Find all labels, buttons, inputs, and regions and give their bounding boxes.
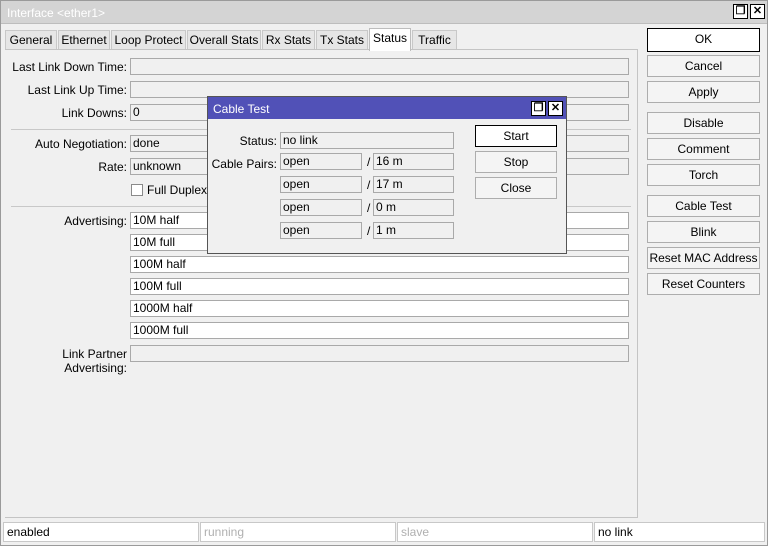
rate-label: Rate: [98,160,127,174]
pair-separator: / [367,155,371,169]
pair-1-length: 16 m [373,153,454,170]
tab-general[interactable]: General [5,30,57,50]
stop-button[interactable]: Stop [475,151,557,173]
cable-test-title: Cable Test [213,102,270,116]
restore-icon[interactable]: ❐ [531,101,546,116]
full-duplex-label: Full Duplex [147,183,208,197]
cable-pairs-label: Cable Pairs: [211,157,277,171]
status-enabled: enabled [3,522,199,542]
full-duplex-checkbox[interactable] [131,184,143,196]
last-link-down-label: Last Link Down Time: [12,60,127,74]
close-button[interactable]: Close [475,177,557,199]
pair-1-state: open [280,153,362,170]
close-icon[interactable]: ✕ [750,4,765,19]
pair-separator: / [367,201,371,215]
cable-test-titlebar[interactable]: Cable Test ❐ ✕ [208,97,566,119]
tab-ethernet[interactable]: Ethernet [58,30,110,50]
status-slave: slave [397,522,593,542]
cable-test-button[interactable]: Cable Test [647,195,760,217]
tab-traffic[interactable]: Traffic [412,30,457,50]
disable-button[interactable]: Disable [647,112,760,134]
cable-status-label: Status: [239,134,277,148]
advertising-1000m-full[interactable]: 1000M full [130,322,629,339]
torch-button[interactable]: Torch [647,164,760,186]
tab-status[interactable]: Status [369,28,411,51]
pair-2-state: open [280,176,362,193]
pair-separator: / [367,224,371,238]
advertising-label: Advertising: [64,214,127,228]
reset-mac-address-button[interactable]: Reset MAC Address [647,247,760,269]
cable-status-field: no link [280,132,454,149]
comment-button[interactable]: Comment [647,138,760,160]
tab-rx-stats[interactable]: Rx Stats [262,30,315,50]
link-partner-advertising-label: Link Partner Advertising: [62,347,127,375]
window-title: Interface <ether1> [7,6,106,20]
link-partner-advertising-field [130,345,629,362]
interface-window: Interface <ether1> ❐ ✕ General Ethernet … [0,0,768,546]
tab-loop-protect[interactable]: Loop Protect [111,30,186,50]
pair-3-state: open [280,199,362,216]
cancel-button[interactable]: Cancel [647,55,760,77]
pair-4-length: 1 m [373,222,454,239]
ok-button[interactable]: OK [647,28,760,52]
blink-button[interactable]: Blink [647,221,760,243]
restore-icon[interactable]: ❐ [733,4,748,19]
close-icon[interactable]: ✕ [548,101,563,116]
pair-4-state: open [280,222,362,239]
apply-button[interactable]: Apply [647,81,760,103]
start-button[interactable]: Start [475,125,557,147]
window-titlebar[interactable]: Interface <ether1> ❐ ✕ [1,1,767,24]
tab-overall-stats[interactable]: Overall Stats [187,30,261,50]
last-link-up-label: Last Link Up Time: [27,83,127,97]
status-link: no link [594,522,765,542]
advertising-1000m-half[interactable]: 1000M half [130,300,629,317]
tab-tx-stats[interactable]: Tx Stats [316,30,368,50]
last-link-down-field [130,58,629,75]
reset-counters-button[interactable]: Reset Counters [647,273,760,295]
advertising-100m-full[interactable]: 100M full [130,278,629,295]
pair-2-length: 17 m [373,176,454,193]
advertising-100m-half[interactable]: 100M half [130,256,629,273]
cable-test-dialog: Cable Test ❐ ✕ Status: no link Cable Pai… [207,96,567,254]
pair-3-length: 0 m [373,199,454,216]
link-downs-label: Link Downs: [61,106,127,120]
status-running: running [200,522,396,542]
auto-negotiation-label: Auto Negotiation: [34,137,127,151]
pair-separator: / [367,178,371,192]
